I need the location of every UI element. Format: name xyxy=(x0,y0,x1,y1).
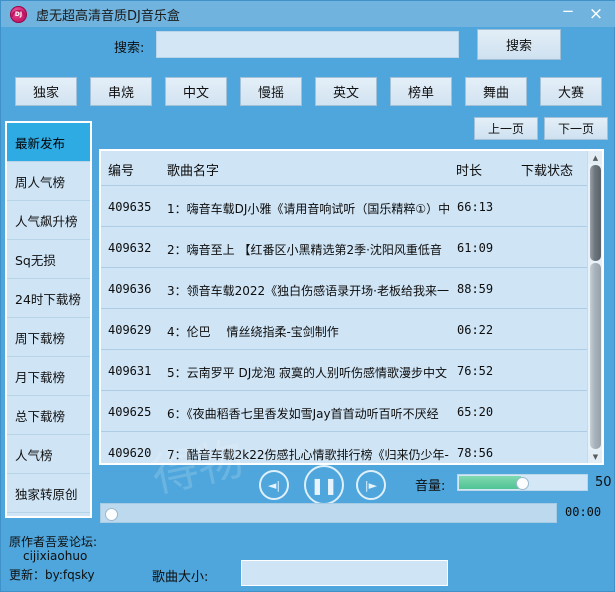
row-duration: 66:13 xyxy=(457,200,494,214)
list-scrollbar[interactable]: ▲ ▼ xyxy=(587,151,602,463)
category-button-yingwen[interactable]: 英文 xyxy=(315,77,377,106)
row-id: 409631 xyxy=(108,364,152,378)
column-header-duration: 时长 xyxy=(456,164,483,179)
row-duration: 06:22 xyxy=(457,323,494,337)
song-list-header: 编号 歌曲名字 时长 下载状态 xyxy=(101,151,602,186)
category-button-wuqu[interactable]: 舞曲 xyxy=(465,77,527,106)
progress-slider[interactable] xyxy=(100,503,557,523)
row-name: 4：伦巴 情丝绕指柔-宝剑制作 xyxy=(167,325,339,339)
progress-time: 00:00 xyxy=(565,505,602,519)
next-page-button[interactable]: 下一页 xyxy=(544,117,608,140)
scroll-down-icon[interactable]: ▼ xyxy=(588,450,602,463)
close-icon[interactable]: × xyxy=(582,2,610,26)
sidebar-item-latest[interactable]: 最新发布 xyxy=(7,123,90,162)
row-id: 409629 xyxy=(108,323,152,337)
next-track-icon[interactable]: |► xyxy=(356,470,386,500)
column-header-id: 编号 xyxy=(108,164,135,179)
row-duration: 88:59 xyxy=(457,282,494,296)
category-button-dujia[interactable]: 独家 xyxy=(15,77,77,106)
song-size-label: 歌曲大小: xyxy=(152,570,209,585)
scrollbar-track[interactable] xyxy=(590,263,601,449)
row-name: 6：《夜曲稻香七里香发如雪Jay首首动听百听不厌经 xyxy=(167,407,439,421)
row-duration: 76:52 xyxy=(457,364,494,378)
progress-thumb[interactable] xyxy=(105,508,118,521)
row-id: 409620 xyxy=(108,446,152,460)
category-button-manyao[interactable]: 慢摇 xyxy=(240,77,302,106)
row-name: 3：领音车载2022《独白伤感语录开场·老板给我来一 xyxy=(167,284,449,298)
app-icon-label: DJ xyxy=(14,10,23,18)
song-list-panel: 编号 歌曲名字 时长 下载状态 409635 1：嗨音车载DJ小雅《请用音响试听… xyxy=(99,149,604,465)
footer-author-line: 原作者吾爱论坛: xyxy=(9,535,98,549)
window-controls: − × xyxy=(554,1,610,27)
footer-author-name: cijixiaohuo xyxy=(23,549,88,563)
table-row[interactable]: 409625 6：《夜曲稻香七里香发如雪Jay首首动听百听不厌经 65:20 xyxy=(101,391,602,432)
scroll-up-icon[interactable]: ▲ xyxy=(588,151,602,164)
app-window: DJ 虚无超高清音质DJ音乐盒 − × 搜索: 搜索 独家 串烧 中文 慢摇 英… xyxy=(0,0,615,592)
sidebar-item-sq-lossless[interactable]: Sq无损 xyxy=(7,240,90,279)
row-duration: 61:09 xyxy=(457,241,494,255)
column-header-name: 歌曲名字 xyxy=(167,164,220,179)
minimize-icon[interactable]: − xyxy=(554,0,582,30)
sidebar-item-24h-download[interactable]: 24时下载榜 xyxy=(7,279,90,318)
row-id: 409636 xyxy=(108,282,152,296)
sidebar-item-total-download[interactable]: 总下载榜 xyxy=(7,396,90,435)
row-duration: 65:20 xyxy=(457,405,494,419)
song-size-field[interactable] xyxy=(241,560,448,586)
category-button-zhongwen[interactable]: 中文 xyxy=(165,77,227,106)
search-input[interactable] xyxy=(156,31,459,58)
sidebar-item-rising[interactable]: 人气飙升榜 xyxy=(7,201,90,240)
category-button-chuanshao[interactable]: 串烧 xyxy=(90,77,152,106)
row-id: 409632 xyxy=(108,241,152,255)
column-header-status: 下载状态 xyxy=(521,164,574,179)
row-name: 7：酷音车载2k22伤感扎心情歌排行榜《归来仍少年- xyxy=(167,448,449,462)
category-bar: 独家 串烧 中文 慢摇 英文 榜单 舞曲 大赛 xyxy=(1,77,615,113)
table-row[interactable]: 409636 3：领音车载2022《独白伤感语录开场·老板给我来一 88:59 xyxy=(101,268,602,309)
window-title: 虚无超高清音质DJ音乐盒 xyxy=(36,8,180,24)
scrollbar-thumb[interactable] xyxy=(590,165,601,261)
footer-update-line: 更新：by:fqsky xyxy=(9,568,95,582)
title-bar: DJ 虚无超高清音质DJ音乐盒 − × xyxy=(1,1,615,27)
row-name: 2：嗨音至上 【红番区小黑精选第2季·沈阳风重低音 xyxy=(167,243,442,257)
volume-thumb[interactable] xyxy=(516,477,529,490)
sidebar-item-month-download[interactable]: 月下载榜 xyxy=(7,357,90,396)
previous-track-icon[interactable]: ◄| xyxy=(259,470,289,500)
volume-fill xyxy=(459,476,521,489)
search-button[interactable]: 搜索 xyxy=(477,29,561,60)
category-button-dasai[interactable]: 大赛 xyxy=(540,77,602,106)
sidebar: 最新发布 周人气榜 人气飙升榜 Sq无损 24时下载榜 周下载榜 月下载榜 总下… xyxy=(5,121,92,518)
volume-slider[interactable] xyxy=(457,474,588,491)
table-row[interactable]: 409629 4：伦巴 情丝绕指柔-宝剑制作 06:22 xyxy=(101,309,602,350)
row-duration: 78:56 xyxy=(457,446,494,460)
table-row[interactable]: 409632 2：嗨音至上 【红番区小黑精选第2季·沈阳风重低音 61:09 xyxy=(101,227,602,268)
prev-page-button[interactable]: 上一页 xyxy=(474,117,538,140)
search-label: 搜索: xyxy=(114,41,145,56)
row-id: 409625 xyxy=(108,405,152,419)
pause-icon[interactable]: ❚❚ xyxy=(304,465,344,505)
category-button-bangdan[interactable]: 榜单 xyxy=(390,77,452,106)
sidebar-item-week-download[interactable]: 周下载榜 xyxy=(7,318,90,357)
row-id: 409635 xyxy=(108,200,152,214)
table-row[interactable]: 409635 1：嗨音车载DJ小雅《请用音响试听（国乐精粹①）中 66:13 xyxy=(101,186,602,227)
table-row[interactable]: 409620 7：酷音车载2k22伤感扎心情歌排行榜《归来仍少年- 78:56 xyxy=(101,432,602,463)
volume-label: 音量: xyxy=(415,479,446,494)
row-name: 1：嗨音车载DJ小雅《请用音响试听（国乐精粹①）中 xyxy=(167,202,451,216)
row-name: 5：云南罗平 DJ龙泡 寂寞的人别听伤感情歌漫步中文 xyxy=(167,366,448,380)
sidebar-item-week-popular[interactable]: 周人气榜 xyxy=(7,162,90,201)
dj-headphone-icon: DJ xyxy=(10,5,27,23)
volume-value: 50 xyxy=(595,475,612,490)
table-row[interactable]: 409631 5：云南罗平 DJ龙泡 寂寞的人别听伤感情歌漫步中文 76:52 xyxy=(101,350,602,391)
